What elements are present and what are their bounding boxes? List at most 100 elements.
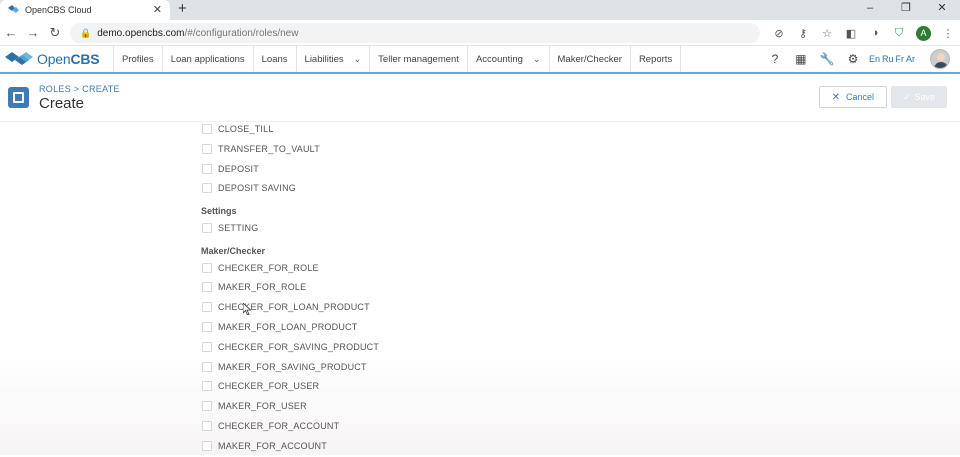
minimize-icon[interactable]: –: [852, 0, 888, 20]
forward-icon[interactable]: →: [22, 25, 44, 40]
nav-item-label: Reports: [638, 53, 673, 65]
key-icon[interactable]: ⚷: [791, 27, 815, 40]
nav-item-label: Loan applications: [170, 53, 245, 65]
permission-row[interactable]: CLOSE_TILL: [202, 122, 274, 138]
calendar-icon[interactable]: ▦: [788, 52, 814, 66]
help-icon[interactable]: ?: [762, 52, 788, 66]
cancel-button[interactable]: ✕ Cancel: [818, 86, 887, 108]
permission-label: CHECKER_FOR_USER: [218, 381, 320, 392]
language-ar[interactable]: Ar: [906, 54, 915, 64]
logo-text-cbs: CBS: [70, 51, 100, 67]
permission-checkbox[interactable]: [202, 262, 212, 273]
permission-checkbox[interactable]: [202, 183, 212, 194]
save-button[interactable]: ✓ Save: [891, 86, 947, 108]
permission-checkbox[interactable]: [202, 282, 212, 293]
close-icon: ✕: [831, 91, 840, 103]
permission-checkbox[interactable]: [202, 421, 212, 431]
browser-tab[interactable]: OpenCBS Cloud ✕: [0, 0, 170, 20]
nav-item-liabilities[interactable]: Liabilities ⌄: [297, 46, 371, 72]
close-tab-icon[interactable]: ✕: [153, 3, 162, 16]
permission-row[interactable]: MAKER_FOR_ROLE: [202, 278, 306, 296]
nav-item-accounting[interactable]: Accounting ⌄: [468, 46, 550, 72]
nav-item-profiles[interactable]: Profiles: [114, 46, 163, 72]
permission-checkbox[interactable]: [202, 341, 212, 352]
permission-label: MAKER_FOR_USER: [218, 401, 307, 412]
nav-item-label: Maker/Checker: [557, 53, 622, 65]
nav-item-label: Profiles: [122, 53, 154, 65]
permission-row[interactable]: TRANSFER_TO_VAULT: [202, 140, 320, 158]
permission-label: CLOSE_TILL: [218, 124, 274, 134]
nav-toolbar: ? ▦ 🔧 ⚙ En Ru Fr Ar: [762, 46, 950, 72]
back-icon[interactable]: ←: [0, 25, 22, 40]
permission-row[interactable]: DEPOSIT: [202, 160, 259, 178]
wrench-icon[interactable]: 🔧: [814, 52, 840, 66]
permission-row[interactable]: MAKER_FOR_SAVING_PRODUCT: [202, 358, 367, 376]
camera-blocked-icon[interactable]: ⊘: [767, 27, 791, 40]
nav-item-reports[interactable]: Reports: [631, 46, 682, 72]
permission-checkbox[interactable]: [202, 440, 212, 451]
language-switcher: En Ru Fr Ar: [868, 54, 916, 64]
main-menu: Profiles Loan applications Loans Liabilitie…: [114, 46, 682, 72]
nav-item-label: Accounting: [475, 53, 523, 65]
permission-checkbox[interactable]: [202, 124, 212, 134]
permission-checkbox[interactable]: [202, 143, 212, 154]
breadcrumb[interactable]: ROLES > CREATE: [39, 84, 120, 94]
address-bar[interactable]: 🔒 demo.opencbs.com/#/configuration/roles…: [70, 23, 760, 43]
permission-row[interactable]: CHECKER_FOR_ACCOUNT: [202, 417, 339, 435]
roles-page-icon: [8, 87, 29, 108]
url-path: /#/configuration/roles/new: [184, 27, 299, 39]
permission-group-title: Maker/Checker: [201, 245, 266, 256]
language-fr[interactable]: Fr: [896, 54, 905, 64]
opencbs-logo[interactable]: OpenCBS: [0, 46, 114, 72]
permission-checkbox[interactable]: [202, 163, 212, 174]
extension-circle-icon[interactable]: ◑: [863, 27, 887, 39]
permission-checkbox[interactable]: [202, 381, 212, 392]
language-en[interactable]: En: [869, 54, 880, 64]
permission-checkbox[interactable]: [202, 223, 212, 233]
language-ru[interactable]: Ru: [882, 54, 894, 64]
mouse-cursor-icon: [243, 303, 251, 315]
url-host: demo.opencbs.com: [97, 27, 185, 39]
lock-icon[interactable]: 🔒: [80, 28, 91, 39]
nav-item-teller-management[interactable]: Teller management: [370, 46, 468, 72]
restore-icon[interactable]: ❐: [888, 0, 924, 20]
bookmark-star-icon[interactable]: ☆: [815, 27, 839, 40]
permission-checkbox[interactable]: [202, 302, 212, 313]
permission-row[interactable]: DEPOSIT SAVING: [202, 179, 296, 197]
permission-row[interactable]: MAKER_FOR_ACCOUNT: [202, 437, 327, 455]
settings-gear-icon[interactable]: ⚙: [840, 52, 866, 66]
permission-row[interactable]: SETTING: [202, 219, 258, 237]
permission-row[interactable]: CHECKER_FOR_ROLE: [202, 259, 319, 277]
permission-row[interactable]: CHECKER_FOR_SAVING_PRODUCT: [202, 338, 379, 356]
page-header: ROLES > CREATE Create ✕ Cancel ✓ Save: [0, 74, 960, 122]
permission-row[interactable]: MAKER_FOR_USER: [202, 397, 307, 415]
permission-checkbox[interactable]: [202, 361, 212, 372]
window-close-icon[interactable]: ✕: [924, 0, 960, 20]
permission-label: MAKER_FOR_ROLE: [218, 282, 307, 293]
nav-item-loans[interactable]: Loans: [254, 46, 297, 72]
more-menu-icon[interactable]: ⋮: [936, 27, 960, 40]
permission-checkbox[interactable]: [202, 322, 212, 332]
new-tab-icon[interactable]: +: [178, 0, 187, 18]
permission-label: CHECKER_FOR_SAVING_PRODUCT: [218, 341, 380, 352]
window-controls: – ❐ ✕: [852, 0, 960, 20]
nav-item-maker-checker[interactable]: Maker/Checker: [550, 46, 631, 72]
browser-tab-title: OpenCBS Cloud: [25, 5, 92, 15]
logo-text-open: Open: [37, 51, 71, 67]
user-avatar[interactable]: [930, 49, 950, 69]
permission-label: CHECKER_FOR_ACCOUNT: [218, 421, 340, 431]
nav-item-label: Teller management: [378, 53, 459, 65]
nav-item-label: Liabilities: [304, 53, 344, 65]
permission-label: TRANSFER_TO_VAULT: [218, 143, 320, 154]
permission-row[interactable]: MAKER_FOR_LOAN_PRODUCT: [202, 318, 357, 336]
permission-row[interactable]: CHECKER_FOR_LOAN_PRODUCT: [202, 298, 370, 316]
extension-icon[interactable]: ◧: [839, 27, 863, 40]
permissions-list: CLOSE_TILL TRANSFER_TO_VAULT DEPOSIT DEPOSI…: [0, 122, 960, 455]
permission-row[interactable]: CHECKER_FOR_USER: [202, 377, 319, 395]
profile-avatar[interactable]: A: [916, 25, 931, 41]
nav-item-loan-applications[interactable]: Loan applications: [163, 46, 254, 72]
shield-icon[interactable]: ⛉: [887, 27, 911, 40]
permission-label: CHECKER_FOR_LOAN_PRODUCT: [218, 302, 370, 313]
permission-checkbox[interactable]: [202, 401, 212, 412]
reload-icon[interactable]: ↻: [44, 25, 66, 41]
